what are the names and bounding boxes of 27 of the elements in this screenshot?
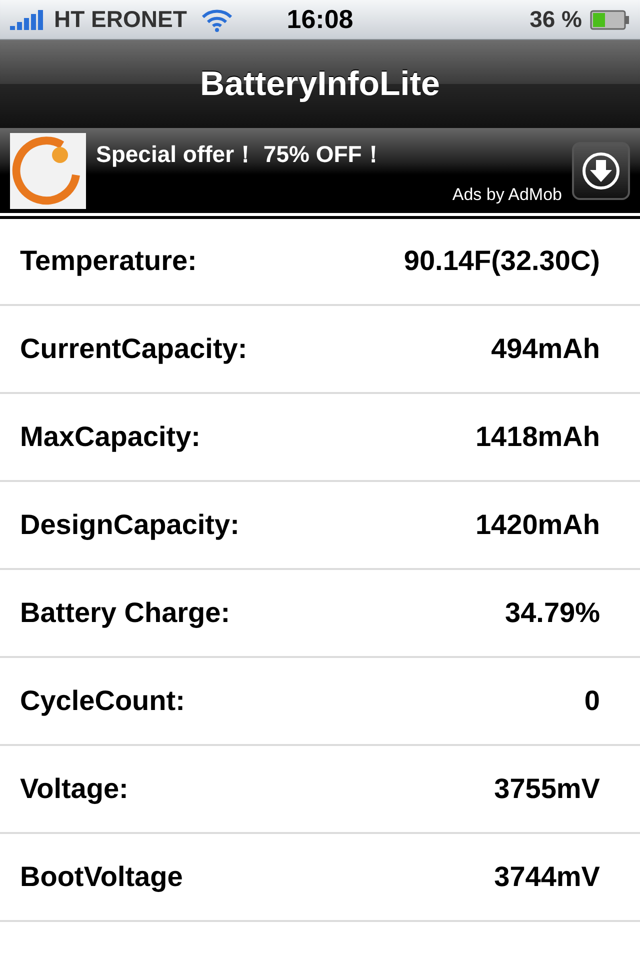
row-value: 0 (584, 685, 600, 717)
clock-time: 16:08 (286, 4, 354, 35)
row-label: CurrentCapacity: (20, 333, 248, 365)
row-label: DesignCapacity: (20, 509, 240, 541)
carrier-name: HT ERONET (54, 6, 187, 33)
battery-icon (590, 10, 630, 30)
wifi-icon (200, 8, 233, 32)
download-button[interactable] (572, 142, 630, 200)
row-label: BootVoltage (20, 861, 183, 893)
ad-headline[interactable]: Special offer！ 75% OFF！ (96, 138, 562, 170)
row-label: Battery Charge: (20, 597, 230, 629)
row-label: Voltage: (20, 773, 128, 805)
ad-attribution: Ads by AdMob (452, 184, 562, 204)
row-value: 34.79% (505, 597, 600, 629)
row-value: 494mAh (491, 333, 600, 365)
row-value: 1420mAh (475, 509, 600, 541)
row-value: 3744mV (494, 861, 600, 893)
row-value: 1418mAh (475, 421, 600, 453)
nav-title: BatteryInfoLite (200, 64, 440, 104)
row-label: CycleCount: (20, 685, 185, 717)
battery-percent: 36 % (530, 6, 582, 33)
row-label: Temperature: (20, 245, 197, 277)
signal-icon (10, 10, 46, 30)
row-value: 90.14F(32.30C) (404, 245, 600, 277)
row-label: MaxCapacity: (20, 421, 201, 453)
row-value: 3755mV (494, 773, 600, 805)
ad-logo-icon (10, 132, 86, 208)
